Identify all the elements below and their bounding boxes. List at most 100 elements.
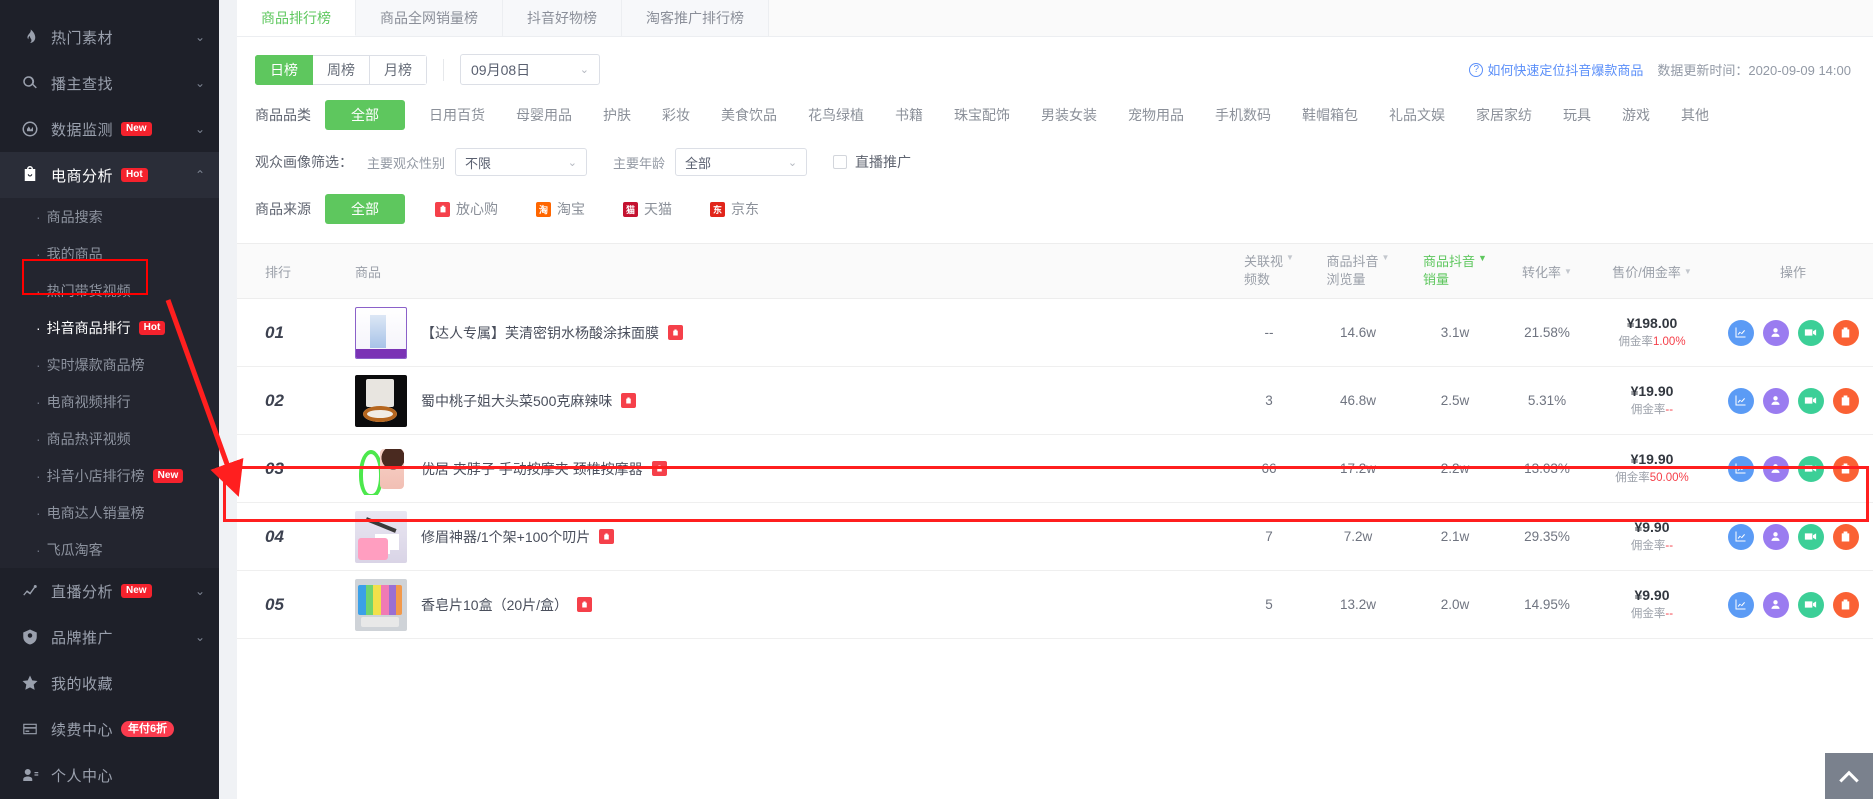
person-icon[interactable] xyxy=(1762,455,1789,482)
category-option-toys[interactable]: 玩具 xyxy=(1563,100,1591,130)
sidebar-subitem-feigua-taoke[interactable]: · 飞瓜淘客 xyxy=(0,531,219,568)
sidebar-subitem-my-products[interactable]: · 我的商品 xyxy=(0,235,219,272)
category-option-maternal[interactable]: 母婴用品 xyxy=(516,100,572,130)
table-row[interactable]: 01 【达人专属】芙清密钥水杨酸涂抹面膜 -- 14.6w 3.1w 21.58… xyxy=(237,299,1873,367)
table-row[interactable]: 03 优居 夹脖子 手动按摩夹 颈椎按摩器 66 17.2w 2.2w 13.0… xyxy=(237,435,1873,503)
category-option-books[interactable]: 书籍 xyxy=(895,100,923,130)
product-name[interactable]: 优居 夹脖子 手动按摩夹 颈椎按摩器 xyxy=(421,459,643,479)
video-icon[interactable] xyxy=(1797,387,1824,414)
sidebar-item-hot-material[interactable]: 热门素材 ⌄ xyxy=(0,14,219,60)
source-option-fangxingou[interactable]: 放心购 xyxy=(435,199,498,219)
category-option-plants[interactable]: 花鸟绿植 xyxy=(808,100,864,130)
trend-chart-icon[interactable] xyxy=(1727,591,1754,618)
sidebar-item-personal-center[interactable]: 个人中心 xyxy=(0,752,219,798)
tab-全网-sales-rank[interactable]: 商品全网销量榜 xyxy=(356,0,503,36)
tab-taoke-promotion-rank[interactable]: 淘客推广排行榜 xyxy=(622,0,769,36)
sidebar-item-my-favorites[interactable]: 我的收藏 xyxy=(0,660,219,706)
sidebar-item-host-search[interactable]: 播主查找 ⌄ xyxy=(0,60,219,106)
category-option-jewelry[interactable]: 珠宝配饰 xyxy=(954,100,1010,130)
scroll-to-top-button[interactable] xyxy=(1825,753,1873,799)
sort-arrow-active-icon[interactable]: ▼ xyxy=(1478,253,1487,263)
product-thumbnail[interactable] xyxy=(355,306,407,359)
sidebar-subitem-ecommerce-influencer-sales[interactable]: · 电商达人销量榜 xyxy=(0,494,219,531)
shop-icon[interactable] xyxy=(1832,591,1859,618)
sidebar-subitem-douyin-store-rank[interactable]: · 抖音小店排行榜 New xyxy=(0,457,219,494)
person-icon[interactable] xyxy=(1762,523,1789,550)
sidebar-subitem-hot-sales-videos[interactable]: · 热门带货视频 xyxy=(0,272,219,309)
video-icon[interactable] xyxy=(1797,523,1824,550)
header-conversion[interactable]: 转化率 ▼ xyxy=(1503,244,1591,298)
source-option-tmall[interactable]: 猫 天猫 xyxy=(623,199,672,219)
source-option-all[interactable]: 全部 xyxy=(325,194,405,224)
trend-chart-icon[interactable] xyxy=(1727,523,1754,550)
product-thumbnail[interactable] xyxy=(355,578,407,631)
category-option-skincare[interactable]: 护肤 xyxy=(603,100,631,130)
product-name[interactable]: 香皂片10盒（20片/盒） xyxy=(421,595,568,615)
sidebar-item-live-analysis[interactable]: 直播分析 New ⌄ xyxy=(0,568,219,614)
period-monthly-button[interactable]: 月榜 xyxy=(370,54,427,85)
gender-select[interactable]: 不限 ⌄ xyxy=(455,148,588,176)
header-price-commission[interactable]: 售价/佣金率 ▼ xyxy=(1591,244,1713,298)
help-link[interactable]: ? 如何快速定位抖音爆款商品 xyxy=(1469,60,1643,79)
video-icon[interactable] xyxy=(1797,319,1824,346)
sidebar-subitem-realtime-hot-products[interactable]: · 实时爆款商品榜 xyxy=(0,346,219,383)
sort-arrow-icon[interactable]: ▼ xyxy=(1564,267,1572,276)
product-thumbnail[interactable] xyxy=(355,510,407,563)
shop-icon[interactable] xyxy=(1832,455,1859,482)
sort-arrow-icon[interactable]: ▼ xyxy=(1286,253,1294,262)
table-row[interactable]: 02 蜀中桃子姐大头菜500克麻辣味 3 46.8w 2.5w 5.31% ¥1… xyxy=(237,367,1873,435)
product-thumbnail[interactable] xyxy=(355,442,407,495)
header-sales[interactable]: 商品抖音 销量 ▼ xyxy=(1407,244,1503,298)
shop-icon[interactable] xyxy=(1832,387,1859,414)
tab-douyin-good-products[interactable]: 抖音好物榜 xyxy=(503,0,622,36)
period-weekly-button[interactable]: 周榜 xyxy=(313,54,370,85)
sort-arrow-icon[interactable]: ▼ xyxy=(1684,267,1692,276)
table-row[interactable]: 05 香皂片10盒（20片/盒） 5 13.2w 2.0w 14.95% ¥9.… xyxy=(237,571,1873,639)
sidebar-subitem-ecommerce-video-rank[interactable]: · 电商视频排行 xyxy=(0,383,219,420)
live-promo-checkbox[interactable] xyxy=(833,155,848,169)
person-icon[interactable] xyxy=(1762,387,1789,414)
source-option-taobao[interactable]: 淘 淘宝 xyxy=(536,199,585,219)
category-option-makeup[interactable]: 彩妆 xyxy=(662,100,690,130)
sort-arrow-icon[interactable]: ▼ xyxy=(1382,253,1390,262)
category-option-gifts[interactable]: 礼品文娱 xyxy=(1389,100,1445,130)
category-option-digital[interactable]: 手机数码 xyxy=(1215,100,1271,130)
trend-chart-icon[interactable] xyxy=(1727,455,1754,482)
category-option-games[interactable]: 游戏 xyxy=(1622,100,1650,130)
category-option-pet[interactable]: 宠物用品 xyxy=(1128,100,1184,130)
trend-chart-icon[interactable] xyxy=(1727,319,1754,346)
trend-chart-icon[interactable] xyxy=(1727,387,1754,414)
category-option-food-drink[interactable]: 美食饮品 xyxy=(721,100,777,130)
shop-icon[interactable] xyxy=(1832,319,1859,346)
video-icon[interactable] xyxy=(1797,591,1824,618)
shop-icon[interactable] xyxy=(1832,523,1859,550)
product-thumbnail[interactable] xyxy=(355,374,407,427)
source-option-jd[interactable]: 东 京东 xyxy=(710,199,759,219)
product-name[interactable]: 【达人专属】芙清密钥水杨酸涂抹面膜 xyxy=(421,323,659,343)
category-option-all[interactable]: 全部 xyxy=(325,100,405,130)
person-icon[interactable] xyxy=(1762,319,1789,346)
person-icon[interactable] xyxy=(1762,591,1789,618)
header-video-count[interactable]: 关联视 频数 ▼ xyxy=(1229,244,1309,298)
table-row[interactable]: 04 修眉神器/1个架+100个叨片 7 7.2w 2.1w 29.35% ¥9… xyxy=(237,503,1873,571)
period-daily-button[interactable]: 日榜 xyxy=(255,54,313,85)
category-option-daily-goods[interactable]: 日用百货 xyxy=(429,100,485,130)
category-option-shoes-bags[interactable]: 鞋帽箱包 xyxy=(1302,100,1358,130)
sidebar-subitem-douyin-product-rank[interactable]: · 抖音商品排行 Hot xyxy=(0,309,219,346)
tab-product-rank[interactable]: 商品排行榜 xyxy=(237,0,356,36)
sidebar-item-data-monitor[interactable]: 数据监测 New ⌄ xyxy=(0,106,219,152)
sidebar-subitem-product-search[interactable]: · 商品搜索 xyxy=(0,198,219,235)
product-name[interactable]: 修眉神器/1个架+100个叨片 xyxy=(421,527,590,547)
product-name[interactable]: 蜀中桃子姐大头菜500克麻辣味 xyxy=(421,391,612,411)
age-select[interactable]: 全部 ⌄ xyxy=(675,148,808,176)
sidebar-item-renewal-center[interactable]: 续费中心 年付6折 xyxy=(0,706,219,752)
sidebar-subitem-product-review-videos[interactable]: · 商品热评视频 xyxy=(0,420,219,457)
category-option-clothing[interactable]: 男装女装 xyxy=(1041,100,1097,130)
header-views[interactable]: 商品抖音 浏览量 ▼ xyxy=(1309,244,1407,298)
sidebar-item-ecommerce-analysis[interactable]: 电商分析 Hot ⌃ xyxy=(0,152,219,198)
date-picker[interactable]: 09月08日 ⌄ xyxy=(460,54,600,85)
live-promo-checkbox-wrap[interactable]: 直播推广 xyxy=(833,152,911,172)
video-icon[interactable] xyxy=(1797,455,1824,482)
category-option-home-textile[interactable]: 家居家纺 xyxy=(1476,100,1532,130)
sidebar-item-brand-promotion[interactable]: 品牌推广 ⌄ xyxy=(0,614,219,660)
